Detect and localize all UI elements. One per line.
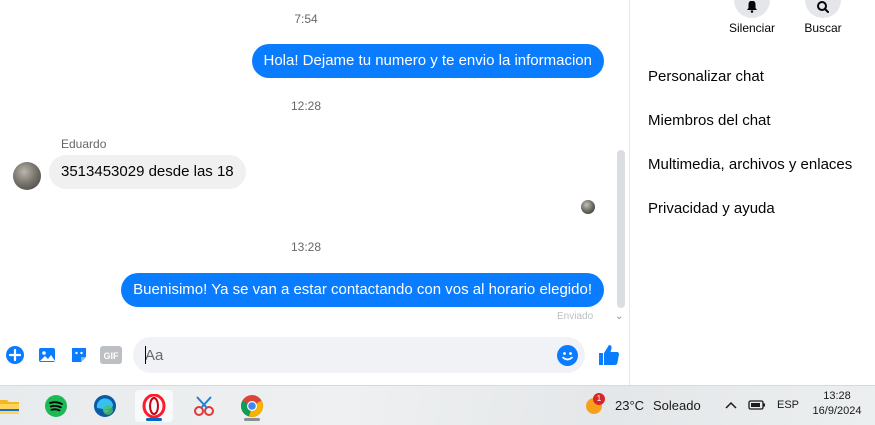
taskbar: 1 23°C Soleado ESP [0, 385, 875, 425]
text-caret [145, 346, 146, 364]
emoji-icon[interactable] [557, 345, 578, 366]
outgoing-message[interactable]: Hola! Dejame tu numero y te envio la inf… [251, 44, 604, 78]
edge-icon[interactable] [86, 390, 124, 422]
chevron-up-icon[interactable] [724, 398, 738, 416]
sticker-icon[interactable] [69, 345, 89, 365]
menu-customize-chat[interactable]: Personalizar chat [648, 68, 764, 85]
conversation-info-panel: Silenciar Buscar Personalizar chat Miemb… [631, 0, 875, 385]
file-explorer-icon[interactable] [0, 390, 28, 422]
system-clock[interactable]: 13:28 16/9/2024 [802, 389, 872, 419]
running-indicator [244, 418, 260, 421]
contact-avatar[interactable] [13, 162, 41, 190]
active-indicator [146, 418, 162, 421]
bell-icon [734, 0, 770, 18]
menu-media-files-links[interactable]: Multimedia, archivos y enlaces [648, 156, 852, 173]
battery-icon[interactable] [748, 398, 766, 416]
menu-chat-members[interactable]: Miembros del chat [648, 112, 771, 129]
clock-time: 13:28 [823, 390, 851, 402]
seen-receipt-avatar [581, 200, 595, 214]
message-status: Enviado [557, 311, 594, 322]
clock-date: 16/9/2024 [812, 405, 862, 417]
timestamp: 12:28 [290, 99, 322, 113]
svg-text:GIF: GIF [104, 351, 120, 361]
weather-temperature[interactable]: 23°C [615, 398, 644, 413]
mute-label: Silenciar [728, 21, 776, 35]
weather-sun-icon[interactable]: 1 [584, 393, 605, 416]
message-input[interactable] [133, 337, 585, 373]
timestamp: 13:28 [290, 240, 322, 254]
weather-badge: 1 [593, 393, 605, 405]
search-button[interactable]: Buscar [788, 0, 858, 35]
opera-icon[interactable] [135, 390, 173, 422]
scrollbar-thumb[interactable] [617, 150, 625, 308]
scroll-down-icon[interactable]: ⌄ [615, 311, 623, 322]
image-icon[interactable] [37, 345, 57, 365]
mute-button[interactable]: Silenciar [717, 0, 787, 35]
thumbs-up-icon[interactable] [597, 343, 621, 367]
chat-pane: 7:54 Hola! Dejame tu numero y te envio l… [0, 0, 630, 385]
incoming-message[interactable]: 3513453029 desde las 18 [49, 155, 246, 189]
weather-condition[interactable]: Soleado [653, 398, 701, 413]
sender-name: Eduardo [61, 137, 107, 151]
search-label: Buscar [804, 21, 842, 35]
language-indicator[interactable]: ESP [777, 399, 799, 411]
outgoing-message[interactable]: Buenisimo! Ya se van a estar contactando… [121, 273, 604, 307]
spotify-icon[interactable] [37, 390, 75, 422]
plus-circle-icon[interactable] [5, 345, 25, 365]
chrome-icon[interactable] [233, 390, 271, 422]
search-icon [805, 0, 841, 18]
timestamp: 7:54 [294, 12, 318, 26]
snipping-tool-icon[interactable] [185, 390, 223, 422]
gif-icon[interactable]: GIF [100, 345, 122, 365]
menu-privacy-help[interactable]: Privacidad y ayuda [648, 200, 775, 217]
